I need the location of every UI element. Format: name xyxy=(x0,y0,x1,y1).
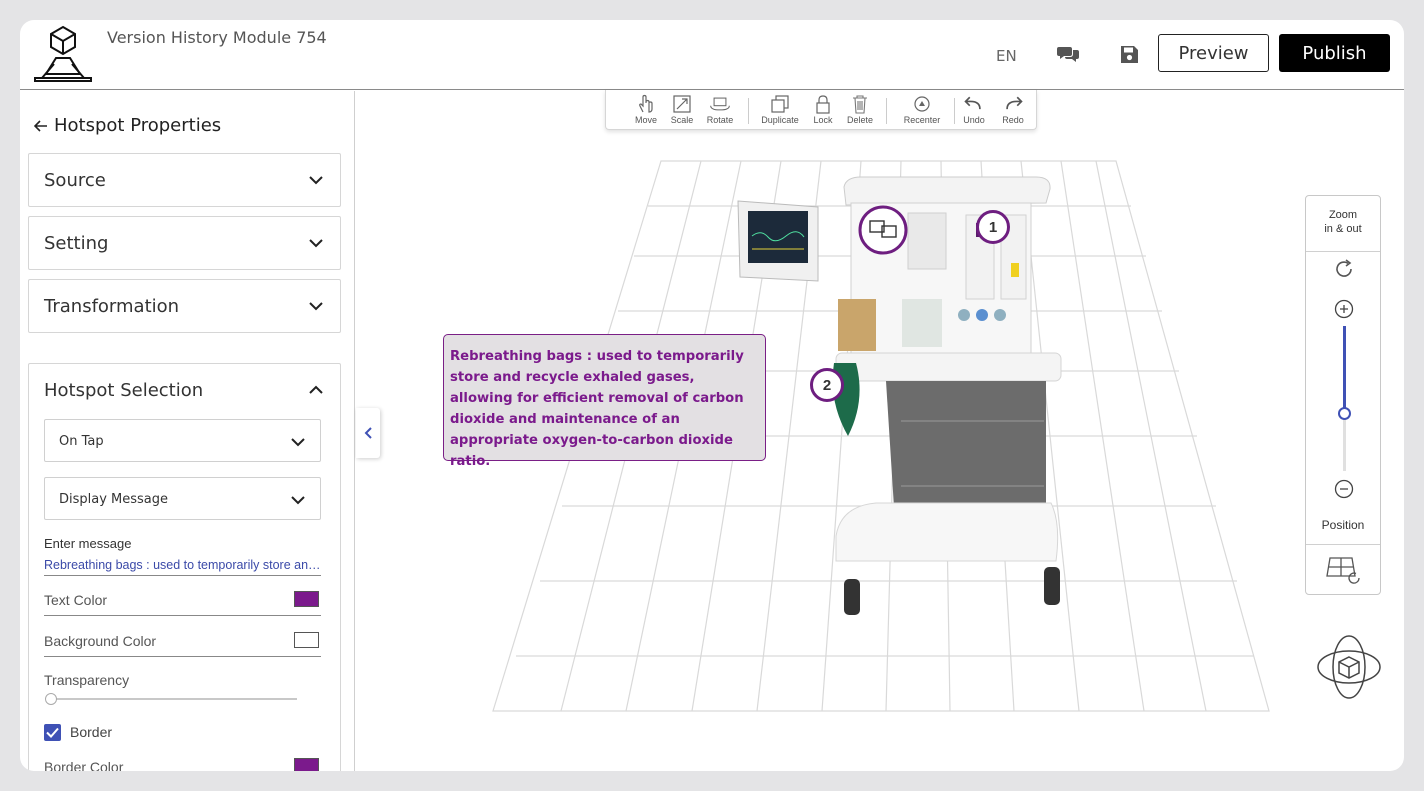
undo-button[interactable]: Undo xyxy=(954,94,994,128)
scale-label: Scale xyxy=(670,115,694,125)
hotspot-marker-2[interactable]: 2 xyxy=(810,368,844,402)
transform-toolbar: Move Scale Rotate Duplicate Lock Delete … xyxy=(605,90,1037,130)
text-color-swatch[interactable] xyxy=(294,591,319,607)
trash-icon xyxy=(853,95,867,114)
accordion-source[interactable]: Source xyxy=(28,153,341,207)
action-select[interactable]: Display Message xyxy=(44,477,321,520)
zoom-slider-thumb[interactable] xyxy=(1338,406,1351,420)
zoom-slider-fill xyxy=(1343,326,1346,413)
rotate-icon xyxy=(710,97,730,111)
zoom-panel: Zoom in & out Position xyxy=(1305,195,1381,595)
message-label: Enter message xyxy=(44,536,132,551)
recenter-icon xyxy=(914,96,930,112)
toolbar-divider xyxy=(748,98,749,124)
accordion-label: Transformation xyxy=(44,296,180,317)
view-cube-navigation-icon[interactable] xyxy=(1315,633,1383,701)
top-bar: Version History Module 754 EN Preview Pu… xyxy=(20,20,1404,90)
lock-label: Lock xyxy=(813,115,833,125)
checkmark-icon xyxy=(46,727,59,738)
lock-button[interactable]: Lock xyxy=(803,94,843,128)
chevron-down-icon xyxy=(291,438,305,447)
trigger-select[interactable]: On Tap xyxy=(44,419,321,462)
panel-header[interactable]: Hotspot Properties xyxy=(34,115,221,136)
transparency-slider-thumb[interactable] xyxy=(45,693,57,705)
chevron-down-icon xyxy=(291,496,305,505)
recenter-button[interactable]: Recenter xyxy=(902,94,942,128)
patient-monitor xyxy=(737,200,819,282)
delete-button[interactable]: Delete xyxy=(840,94,880,128)
chevron-down-icon xyxy=(309,302,323,311)
redo-button[interactable]: Redo xyxy=(993,94,1033,128)
toolbar-divider xyxy=(886,98,887,124)
zoom-label-line1: Zoom xyxy=(1328,209,1358,221)
properties-panel: Hotspot Properties Source Setting Transf… xyxy=(20,91,355,771)
action-select-value: Display Message xyxy=(59,492,169,507)
zoom-in-icon[interactable] xyxy=(1334,299,1354,319)
duplicate-button[interactable]: Duplicate xyxy=(760,94,800,128)
scale-icon xyxy=(673,95,691,113)
redo-label: Redo xyxy=(1002,115,1024,125)
position-divider xyxy=(1306,544,1380,545)
hotspot-marker-1[interactable]: 1 xyxy=(976,210,1010,244)
trigger-select-value: On Tap xyxy=(59,434,104,449)
app-logo-icon[interactable] xyxy=(32,24,94,82)
redo-icon xyxy=(1006,96,1023,110)
border-label: Border xyxy=(70,724,113,740)
move-label: Move xyxy=(634,115,657,125)
text-color-row: Text Color xyxy=(44,586,321,616)
panel-title: Hotspot Properties xyxy=(54,115,222,136)
accordion-setting[interactable]: Setting xyxy=(28,216,341,270)
language-selector[interactable]: EN xyxy=(996,47,1017,65)
comments-icon[interactable] xyxy=(1056,42,1080,66)
transparency-slider-track[interactable] xyxy=(49,698,297,700)
chevron-up-icon[interactable] xyxy=(308,382,324,398)
recenter-label: Recenter xyxy=(903,115,941,125)
reset-position-icon[interactable] xyxy=(1324,554,1364,586)
accordion-label: Setting xyxy=(44,233,109,254)
accordion-hotspot-selection: Hotspot Selection On Tap Display Message… xyxy=(28,363,341,771)
rotate-label: Rotate xyxy=(706,115,734,125)
background-color-label: Background Color xyxy=(44,633,157,649)
background-color-row: Background Color xyxy=(44,627,321,657)
zoom-divider xyxy=(1306,251,1380,252)
border-color-swatch[interactable] xyxy=(294,758,319,771)
save-icon[interactable] xyxy=(1117,42,1141,66)
border-checkbox[interactable] xyxy=(44,724,61,741)
chevron-down-icon xyxy=(309,239,323,248)
transparency-label: Transparency xyxy=(44,672,130,688)
zoom-out-icon[interactable] xyxy=(1334,479,1354,499)
undo-label: Undo xyxy=(963,115,985,125)
back-arrow-icon[interactable] xyxy=(34,119,48,132)
undo-icon xyxy=(964,96,981,110)
zoom-label-line2: in & out xyxy=(1324,223,1362,235)
scale-tool-button[interactable]: Scale xyxy=(662,94,702,128)
rotate-tool-button[interactable]: Rotate xyxy=(700,94,740,128)
app-frame: Version History Module 754 EN Preview Pu… xyxy=(20,20,1404,771)
hotspot-message-callout[interactable]: Rebreathing bags : used to temporarily s… xyxy=(443,334,766,469)
zoom-label: Zoom in & out xyxy=(1306,208,1380,236)
accordion-label: Source xyxy=(44,170,106,191)
border-color-row: Border Color xyxy=(44,753,321,771)
callout-text: Rebreathing bags : used to temporarily s… xyxy=(450,349,744,469)
background-color-swatch[interactable] xyxy=(294,632,319,648)
preview-button[interactable]: Preview xyxy=(1158,34,1269,72)
duplicate-label: Duplicate xyxy=(761,115,799,125)
reset-zoom-icon[interactable] xyxy=(1333,258,1355,280)
accordion-transformation[interactable]: Transformation xyxy=(28,279,341,333)
move-tool-button[interactable]: Move xyxy=(626,94,666,128)
delete-label: Delete xyxy=(846,115,873,125)
publish-button[interactable]: Publish xyxy=(1279,34,1390,72)
position-label: Position xyxy=(1321,518,1365,532)
hand-icon xyxy=(639,94,653,113)
page-title: Version History Module 754 xyxy=(107,28,327,47)
text-color-label: Text Color xyxy=(44,592,108,608)
border-color-label: Border Color xyxy=(44,759,124,771)
duplicate-icon xyxy=(771,95,789,113)
message-hotspot-icon[interactable] xyxy=(858,205,908,255)
chevron-down-icon xyxy=(309,176,323,185)
accordion-label[interactable]: Hotspot Selection xyxy=(44,380,203,401)
lock-icon xyxy=(816,95,830,114)
message-input[interactable]: Rebreathing bags : used to temporarily s… xyxy=(44,558,321,576)
